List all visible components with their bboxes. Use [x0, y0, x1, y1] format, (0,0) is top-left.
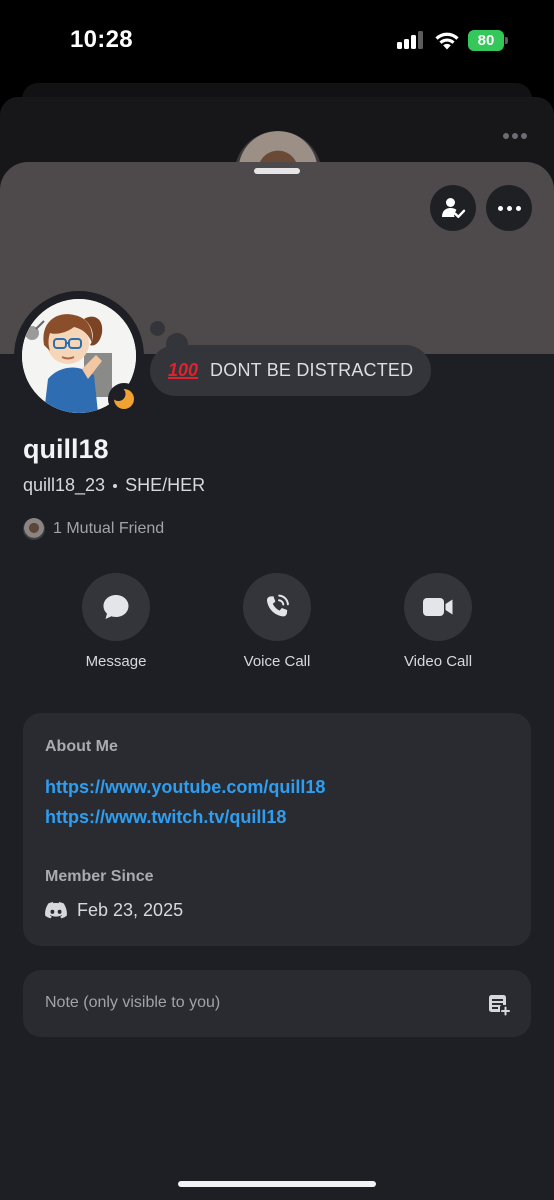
hundred-points-emoji-icon: 100: [168, 360, 199, 380]
battery-icon: 80: [468, 30, 508, 51]
mutual-friends-row[interactable]: 1 Mutual Friend: [23, 518, 164, 540]
background-more-icon: [503, 133, 527, 141]
friend-check-icon: [442, 198, 466, 218]
voice-call-button-circle: [243, 573, 311, 641]
youtube-link[interactable]: https://www.youtube.com/quill18: [45, 777, 325, 798]
more-options-button[interactable]: [486, 185, 532, 231]
friend-status-button[interactable]: [430, 185, 476, 231]
about-me-card: About Me https://www.youtube.com/quill18…: [23, 713, 531, 946]
voice-call-button[interactable]: Voice Call: [222, 573, 332, 670]
username-row: quill18_23 SHE/HER: [23, 475, 205, 496]
display-name: quill18: [23, 434, 109, 464]
status-bar: 10:28 80: [0, 0, 554, 80]
battery-level: 80: [468, 30, 504, 51]
idle-status-icon: [108, 383, 140, 415]
more-icon: [497, 205, 521, 211]
video-call-button[interactable]: Video Call: [383, 573, 493, 670]
video-camera-icon: [423, 598, 453, 616]
note-placeholder: Note (only visible to you): [45, 994, 221, 1011]
video-call-button-circle: [404, 573, 472, 641]
profile-sheet: 100 DONT BE DISTRACTED quill18 quill18_2…: [0, 162, 554, 1200]
status-thought-dot: [150, 321, 165, 336]
cellular-signal-icon: [397, 31, 427, 49]
twitch-link[interactable]: https://www.twitch.tv/quill18: [45, 807, 286, 828]
status-time: 10:28: [70, 26, 133, 53]
member-since-heading: Member Since: [45, 868, 154, 885]
message-button[interactable]: Message: [61, 573, 171, 670]
avatar-frame[interactable]: [14, 291, 144, 421]
separator-dot: [113, 483, 118, 488]
add-note-icon: [489, 995, 511, 1016]
phone-icon: [266, 594, 289, 617]
pronouns: SHE/HER: [125, 475, 206, 495]
discord-logo-icon: [45, 902, 67, 919]
username: quill18_23: [23, 475, 106, 495]
note-card[interactable]: Note (only visible to you): [23, 970, 531, 1037]
voice-call-label: Voice Call: [243, 653, 311, 670]
mutual-friends-label: 1 Mutual Friend: [53, 520, 165, 537]
member-since-row: Feb 23, 2025: [45, 900, 183, 921]
video-call-label: Video Call: [403, 653, 473, 670]
member-since-date: Feb 23, 2025: [77, 900, 184, 920]
mutual-friend-avatar: [23, 518, 45, 540]
chat-bubble-icon: [103, 595, 129, 619]
custom-status-text: DONT BE DISTRACTED: [210, 360, 414, 380]
about-me-heading: About Me: [45, 738, 118, 755]
message-button-circle: [82, 573, 150, 641]
wifi-icon: [435, 32, 459, 50]
custom-status-bubble[interactable]: 100 DONT BE DISTRACTED: [150, 345, 432, 396]
message-label: Message: [85, 653, 147, 670]
home-indicator[interactable]: [178, 1181, 376, 1187]
sheet-grab-handle[interactable]: [254, 168, 300, 174]
